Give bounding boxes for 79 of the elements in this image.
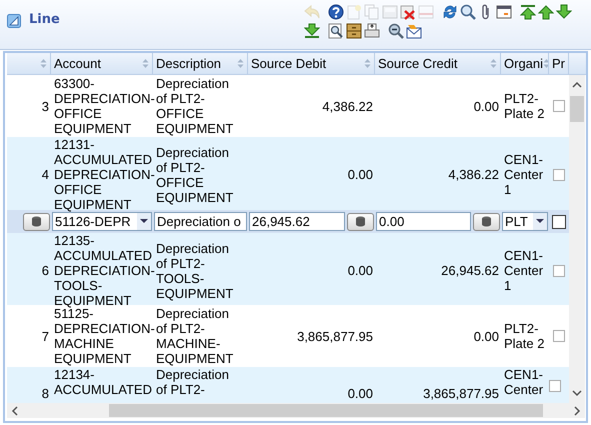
down-arrow-icon[interactable]: [556, 4, 572, 20]
table-cell-text: 12135-ACCUMULATED DEPRECIATION-TOOLS-EQUIPMENT: [53, 233, 153, 308]
report-icon[interactable]: [328, 23, 344, 39]
table-cell-text: Depreciation of PLT2-MACHINE-EQUIPMENT: [155, 305, 234, 367]
collapse-icon[interactable]: [7, 14, 21, 28]
row-number: 3: [40, 98, 50, 116]
dropdown-icon[interactable]: [533, 213, 547, 230]
table-cell-text: 0.00: [472, 328, 500, 346]
account-combobox[interactable]: 51126-DEPR: [52, 212, 152, 231]
table-cell-text: 12131-ACCUMULATED DEPRECIATION-OFFICE EQUIPMENT: [53, 137, 153, 212]
scroll-right-icon[interactable]: [573, 406, 581, 416]
row-number: 8: [40, 385, 50, 403]
table-cell-text: 3,865,877.95: [296, 328, 374, 346]
table-cell-text: Depreciation of PLT2-OFFICE EQUIPMENT: [155, 144, 234, 206]
lookup-button[interactable]: [473, 212, 500, 230]
table-cell-text: 0.00: [346, 262, 374, 280]
table-cell-text: 0.00: [472, 98, 500, 116]
table-cell-text: Depreciation of PLT2-TOOLS-EQUIPMENT: [155, 240, 234, 302]
table-cell-text: CEN1-Center 1: [503, 247, 544, 295]
dropdown-icon[interactable]: [137, 213, 151, 230]
organization-combobox[interactable]: PLT: [502, 212, 548, 231]
checkbox[interactable]: [553, 330, 565, 342]
row-number: 7: [40, 328, 50, 346]
column-header[interactable]: Source Debit: [248, 53, 375, 74]
table-cell-text: 12134-ACCUMULATED: [53, 367, 153, 399]
scroll-down-icon[interactable]: [572, 389, 582, 397]
table-cell-text: 0.00: [346, 385, 374, 403]
row-number: 4: [40, 166, 50, 184]
checkbox[interactable]: [552, 214, 566, 228]
row-number: 6: [40, 262, 50, 280]
refresh-icon[interactable]: [442, 4, 458, 20]
checkbox[interactable]: [553, 100, 565, 112]
column-header[interactable]: Pr: [549, 53, 569, 74]
horizontal-scrollbar[interactable]: [7, 403, 585, 418]
table-cell-text: 3,865,877.95: [422, 385, 500, 403]
checkbox[interactable]: [553, 168, 565, 180]
search-icon[interactable]: [460, 4, 476, 20]
scroll-up-icon[interactable]: [572, 81, 582, 89]
column-header[interactable]: Account: [51, 53, 153, 74]
table-cell-text: 0.00: [346, 166, 374, 184]
zoom-out-icon[interactable]: [388, 23, 404, 39]
vertical-scrollbar[interactable]: [569, 75, 585, 403]
column-header[interactable]: Description: [153, 53, 248, 74]
delete-icon[interactable]: [400, 4, 416, 20]
table-cell-text: PLT2-Plate 2: [503, 320, 546, 353]
table-cell-text: PLT2-Plate 2: [503, 90, 546, 123]
description-field[interactable]: Depreciation o: [154, 212, 247, 231]
checkbox[interactable]: [549, 380, 561, 392]
debit-field[interactable]: 26,945.62: [249, 212, 345, 231]
table-cell-text: 4,386.22: [447, 166, 500, 184]
up-arrow-icon[interactable]: [538, 4, 554, 20]
checkbox[interactable]: [553, 264, 565, 276]
lookup-button[interactable]: [23, 212, 50, 230]
scrollbar-thumb[interactable]: [570, 96, 584, 122]
table-cell-text: CEN1-Center: [503, 367, 544, 399]
table-cell-text: 26,945.62: [440, 262, 500, 280]
table-cell-text: CEN1-Center 1: [503, 151, 544, 199]
help-icon[interactable]: [328, 4, 344, 20]
database-icon: [355, 216, 366, 227]
column-header[interactable]: Organi: [501, 53, 549, 74]
scrollbar-thumb[interactable]: [109, 404, 543, 417]
database-icon: [31, 216, 42, 227]
database-icon: [481, 216, 492, 227]
last-record-icon[interactable]: [304, 23, 320, 39]
scroll-left-icon[interactable]: [11, 406, 19, 416]
print-icon[interactable]: [364, 23, 380, 39]
table-cell-text: 63300-DEPRECIATION-OFFICE EQUIPMENT: [53, 75, 153, 137]
window-icon[interactable]: [496, 4, 512, 20]
table-cell-text: 51125-DEPRECIATION-MACHINE EQUIPMENT: [53, 306, 153, 367]
mail-icon[interactable]: [406, 23, 422, 39]
lookup-button[interactable]: [347, 212, 374, 230]
table-cell-text: 4,386.22: [321, 98, 374, 116]
column-header[interactable]: Source Credit: [375, 53, 501, 74]
panel-title: Line: [29, 12, 60, 27]
archive-icon[interactable]: [346, 23, 362, 39]
table-cell-text: Depreciation of PLT2-: [155, 367, 230, 399]
first-record-icon[interactable]: [520, 4, 536, 20]
credit-field[interactable]: 0.00: [376, 212, 471, 231]
table-cell-text: Depreciation of PLT2-OFFICE EQUIPMENT: [155, 75, 234, 137]
